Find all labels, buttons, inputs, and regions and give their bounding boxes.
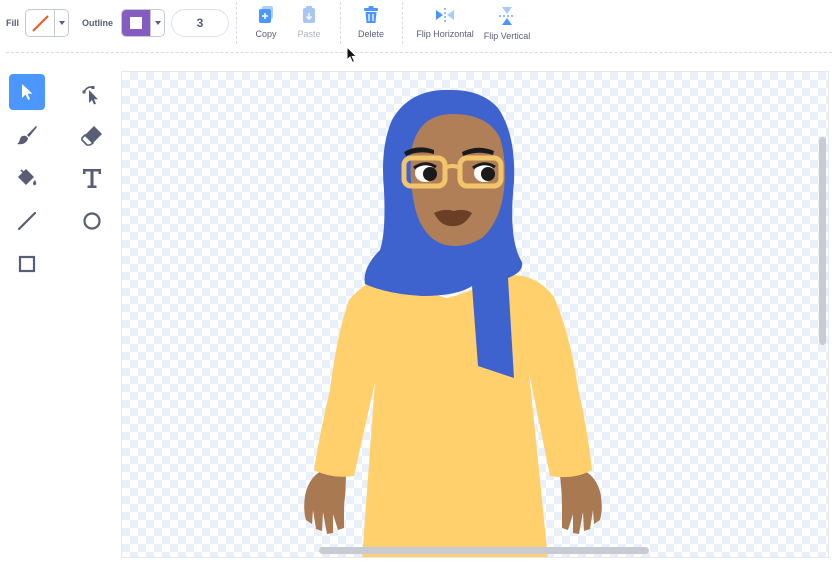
chevron-down-icon: [58, 21, 65, 25]
horizontal-scrollbar[interactable]: [319, 547, 649, 554]
circle-icon: [83, 212, 101, 230]
text-tool[interactable]: [74, 160, 110, 196]
toolbar-separator: [6, 52, 832, 53]
flip-vertical-button[interactable]: Flip Vertical: [483, 6, 531, 41]
flip-horizontal-button[interactable]: Flip Horizontal: [415, 6, 475, 39]
outline-swatch-inner: [130, 17, 142, 29]
fill-dropdown-caret[interactable]: [54, 10, 68, 36]
flip-horizontal-label: Flip Horizontal: [416, 29, 474, 39]
vertical-scrollbar[interactable]: [819, 137, 826, 345]
circle-tool[interactable]: [74, 203, 110, 239]
line-icon: [17, 211, 37, 231]
line-tool[interactable]: [9, 203, 45, 239]
fill-label: Fill: [6, 18, 19, 28]
flip-vertical-label: Flip Vertical: [483, 31, 531, 41]
no-fill-icon: [32, 15, 49, 32]
outline-dropdown-caret[interactable]: [150, 10, 164, 36]
select-tool[interactable]: [9, 74, 45, 110]
toolbar-divider: [236, 2, 237, 44]
brush-tool[interactable]: [9, 117, 45, 153]
toolbar-divider: [402, 2, 403, 44]
chevron-down-icon: [154, 21, 161, 25]
copy-button[interactable]: Copy: [254, 6, 278, 39]
delete-label: Delete: [357, 29, 384, 39]
outline-label: Outline: [82, 18, 113, 28]
copy-label: Copy: [255, 29, 277, 39]
copy-icon: [259, 6, 273, 23]
paint-canvas[interactable]: [121, 71, 829, 558]
delete-button[interactable]: Delete: [356, 6, 386, 39]
outline-color-picker[interactable]: [121, 9, 165, 37]
paste-button[interactable]: Paste: [297, 6, 321, 39]
mouse-cursor-icon: [346, 46, 358, 64]
flip-vertical-icon: [499, 7, 515, 25]
rectangle-icon: [18, 255, 36, 273]
rectangle-tool[interactable]: [9, 246, 45, 282]
toolbar-divider: [340, 2, 341, 44]
reshape-tool[interactable]: [74, 76, 110, 112]
eraser-tool[interactable]: [74, 117, 110, 153]
outline-width-input[interactable]: 3: [171, 9, 229, 37]
flip-horizontal-icon: [436, 8, 454, 22]
reshape-icon: [82, 86, 98, 105]
paste-label: Paste: [297, 29, 321, 39]
costume-character[interactable]: [122, 72, 829, 558]
brush-icon: [17, 126, 37, 145]
trash-icon: [364, 6, 378, 23]
fill-tool[interactable]: [9, 160, 45, 196]
paste-icon: [303, 6, 315, 23]
select-arrow-icon: [22, 84, 33, 100]
fill-swatch[interactable]: [26, 10, 54, 36]
outline-swatch[interactable]: [122, 10, 150, 36]
fill-color-picker[interactable]: [25, 9, 69, 37]
eraser-icon: [81, 126, 102, 146]
fill-bucket-icon: [18, 169, 37, 186]
text-icon: [83, 169, 101, 188]
paint-toolbar: Fill Outline 3 Copy Paste Delete Flip Ho…: [0, 0, 832, 50]
